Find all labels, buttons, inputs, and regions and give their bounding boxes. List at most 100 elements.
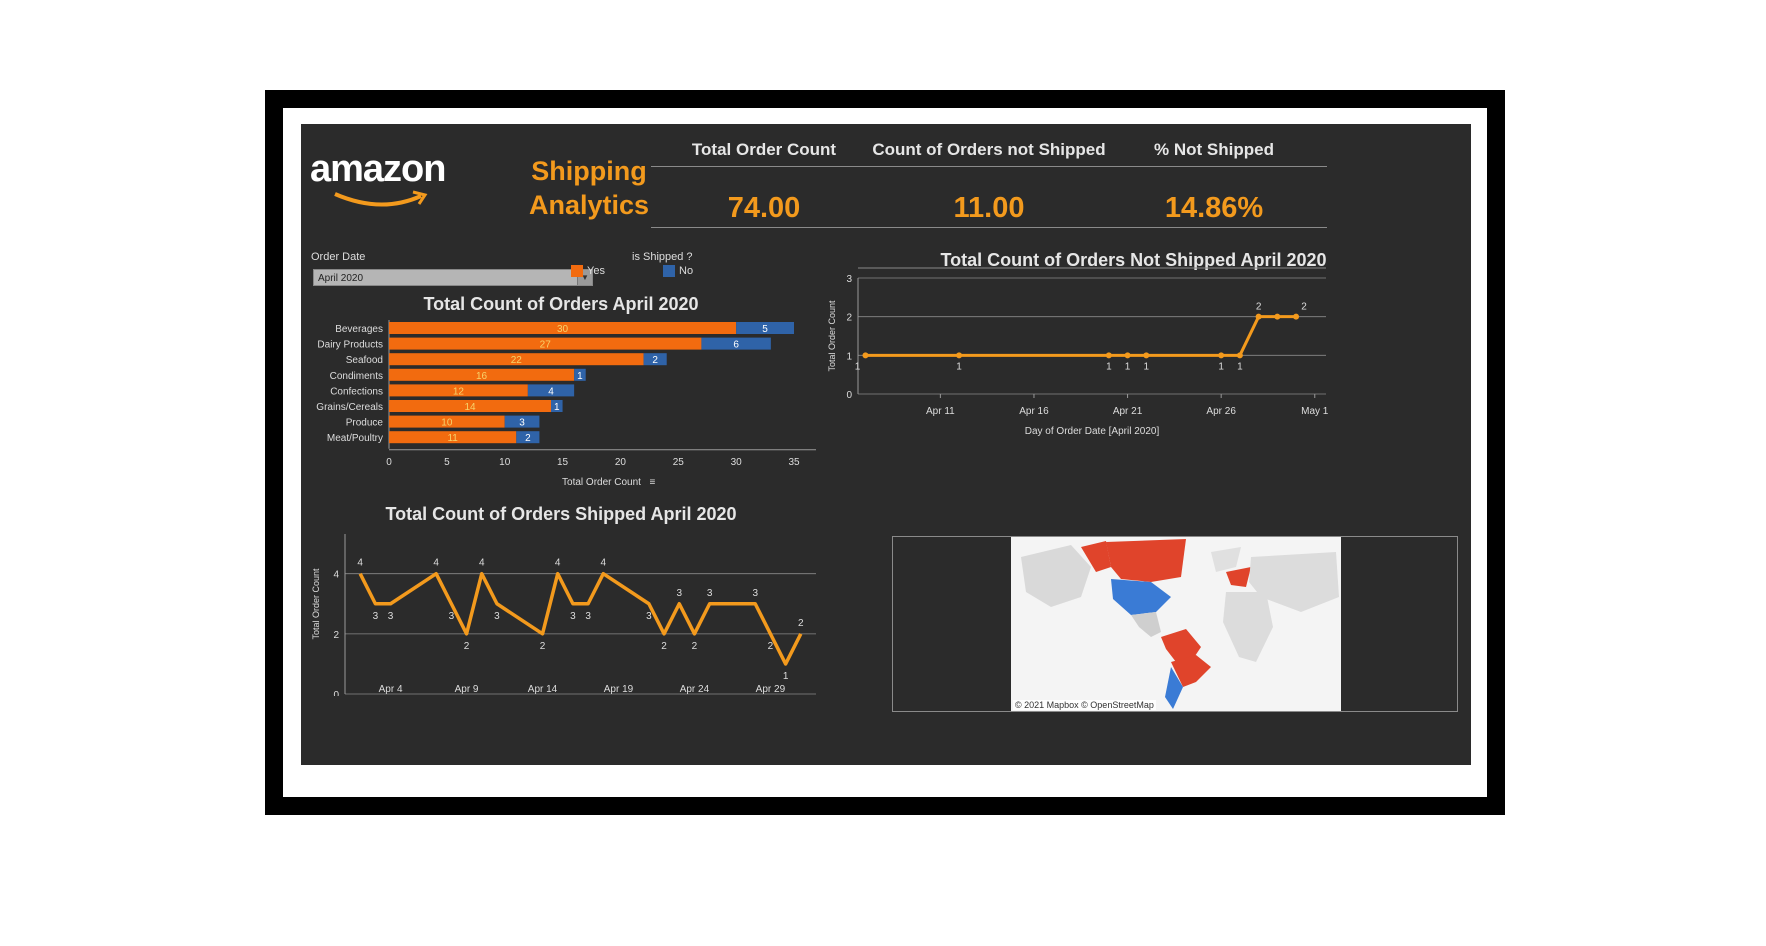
s-data-label: 4	[479, 558, 485, 569]
legend-title: is Shipped ?	[632, 251, 693, 263]
s-x-tick-label: Apr 9	[455, 684, 479, 695]
screenshot-frame: amazon Shipping Analytics Total Order Co…	[265, 90, 1505, 815]
legend-label-yes: Yes	[587, 265, 605, 277]
s-y-axis-label: Total Order Count	[311, 568, 321, 640]
frame-mat: amazon Shipping Analytics Total Order Co…	[283, 108, 1487, 797]
s-series-line	[358, 571, 803, 666]
ns-data-label: 1	[956, 361, 962, 372]
s-data-label: 4	[601, 558, 607, 569]
ns-y-tick-label: 0	[846, 390, 852, 401]
s-data-label: 3	[707, 588, 713, 599]
s-data-label: 3	[646, 611, 652, 622]
kpi-total-value: 74.00	[727, 192, 801, 224]
dashboard-title: Shipping Analytics	[528, 156, 650, 220]
shipped-chart-title: Total Count of Orders Shipped April 2020	[385, 504, 737, 524]
bar-data-label: 1	[577, 371, 583, 382]
ns-x-tick-label: Apr 21	[1113, 406, 1143, 417]
orders-map[interactable]: © 2021 Mapbox © OpenStreetMap	[892, 536, 1458, 712]
bar-data-label: 3	[519, 418, 525, 429]
amazon-logo: amazon	[310, 148, 446, 190]
s-x-tick-label: Apr 29	[756, 684, 786, 695]
bar-category-label: Confections	[330, 386, 383, 397]
order-date-value: April 2020	[318, 273, 364, 284]
bar-data-label: 2	[525, 433, 531, 444]
ns-data-point	[956, 352, 963, 359]
s-data-label: 3	[449, 611, 455, 622]
bar-data-label: 22	[511, 355, 523, 366]
s-data-label: 2	[798, 618, 804, 629]
bar-category-label: Produce	[346, 418, 384, 429]
ns-data-point	[862, 352, 869, 359]
map-region-canada	[1106, 539, 1186, 582]
ns-data-point	[1293, 313, 1300, 320]
bar-tick-label: 5	[444, 457, 450, 468]
s-data-label: 4	[357, 558, 363, 569]
s-x-tick-label: Apr 4	[379, 684, 403, 695]
s-data-label: 2	[768, 641, 774, 652]
bar-data-label: 1	[554, 402, 560, 413]
bar-tick-label: 30	[731, 457, 743, 468]
bar-data-label: 14	[464, 402, 476, 413]
map-land-africa	[1223, 592, 1273, 662]
bar-data-label: 30	[557, 324, 569, 335]
s-data-label: 3	[570, 611, 576, 622]
ns-data-label: 1	[855, 361, 861, 372]
s-x-tick-label: Apr 19	[604, 684, 634, 695]
bar-chart-title: Total Count of Orders April 2020	[423, 294, 699, 314]
bar-data-label: 2	[652, 355, 658, 366]
bar-tick-label: 25	[673, 457, 685, 468]
s-data-label: 3	[752, 588, 758, 599]
ns-data-point	[1236, 352, 1243, 359]
ns-data-point	[1124, 352, 1131, 359]
bar-category-label: Grains/Cereals	[316, 402, 383, 413]
order-date-dropdown[interactable]: April 2020 ▼	[313, 269, 593, 286]
ns-series-line	[865, 315, 1297, 357]
s-data-label: 4	[433, 558, 439, 569]
kpi-not-shipped-value: 11.00	[953, 192, 1025, 224]
s-data-label: 2	[692, 641, 698, 652]
ns-data-label: 1	[1125, 361, 1131, 372]
bar-data-label: 12	[453, 386, 465, 397]
s-data-label: 3	[373, 611, 379, 622]
bar-tick-label: 15	[557, 457, 569, 468]
s-x-tick-label: Apr 24	[680, 684, 710, 695]
ns-data-point	[1274, 313, 1281, 320]
order-date-label: Order Date	[311, 251, 366, 263]
ns-data-label: 1	[1218, 361, 1224, 372]
map-region-mexico	[1131, 612, 1161, 637]
ns-data-point	[1255, 313, 1262, 320]
legend-label-no: No	[679, 265, 694, 277]
s-data-label: 3	[676, 588, 682, 599]
s-data-label: 1	[783, 671, 789, 682]
ns-data-point	[1105, 352, 1112, 359]
ns-x-tick-label: Apr 16	[1019, 406, 1049, 417]
dashboard: amazon Shipping Analytics Total Order Co…	[301, 124, 1471, 765]
world-map[interactable]: © 2021 Mapbox © OpenStreetMap	[1011, 537, 1341, 711]
shipped-line-chart: 02443 343243243 3432323 3212Apr 4 Apr 9 Apr 1…	[311, 534, 816, 696]
bar-data-label: 11	[447, 433, 458, 444]
s-data-label: 4	[555, 558, 561, 569]
kpi-not-shipped-label: Count of Orders not Shipped	[872, 140, 1106, 159]
bar-category-label: Beverages	[335, 324, 383, 335]
s-data-label: 3	[388, 611, 394, 622]
bar-x-axis-label: Total Order Count	[562, 477, 641, 488]
ns-data-label: 2	[1256, 302, 1262, 313]
map-land-west	[1021, 545, 1091, 607]
bar-category-label: Seafood	[346, 355, 383, 366]
s-data-label: 2	[661, 641, 667, 652]
ns-x-tick-label: May 1	[1301, 406, 1329, 417]
kpi-total-label: Total Order Count	[691, 140, 837, 159]
bar-data-label: 5	[762, 324, 768, 335]
world-map-shapes	[1021, 539, 1339, 709]
s-data-label: 2	[464, 641, 470, 652]
s-data-label: 3	[494, 611, 500, 622]
map-region-usa	[1111, 579, 1171, 615]
kpi-pct-label: % Not Shipped	[1154, 140, 1274, 159]
bar-tick-label: 10	[499, 457, 511, 468]
ns-data-point	[1143, 352, 1150, 359]
s-y-tick-label: 0	[333, 690, 339, 696]
bar-category-label: Condiments	[330, 371, 383, 382]
s-data-label: 3	[585, 611, 591, 622]
bar-data-label: 6	[733, 340, 739, 351]
bar-data-label: 27	[540, 340, 552, 351]
